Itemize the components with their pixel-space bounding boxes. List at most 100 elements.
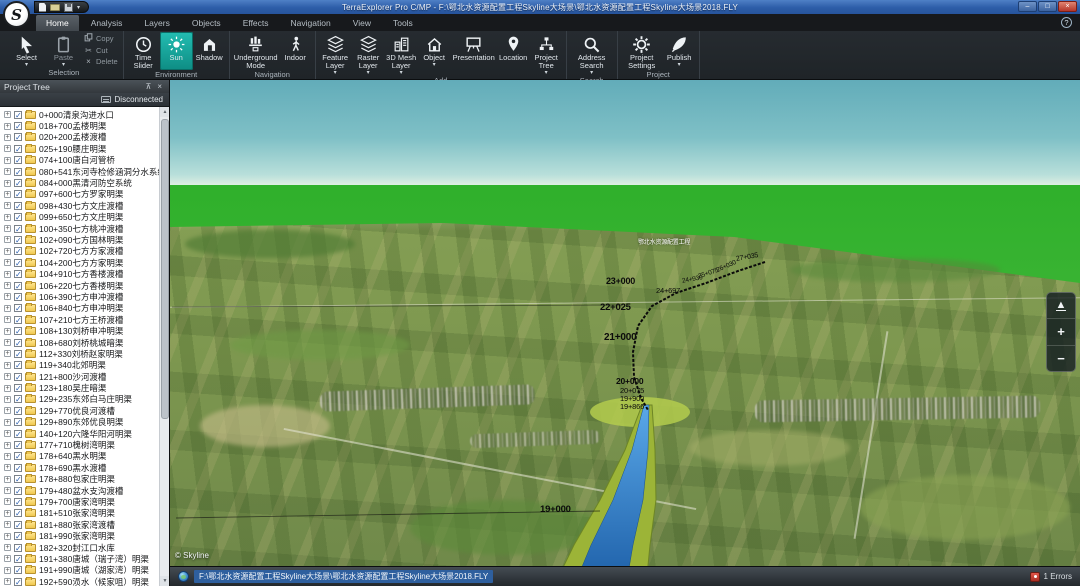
tree-item[interactable]: +✓179+700唐家湾明渠 xyxy=(0,496,159,507)
help-icon[interactable]: ? xyxy=(1061,17,1072,28)
tree-item[interactable]: +✓181+510张家湾明渠 xyxy=(0,508,159,519)
new-project-icon[interactable] xyxy=(39,3,46,12)
expand-icon[interactable]: + xyxy=(4,157,11,164)
expand-icon[interactable]: + xyxy=(4,214,11,221)
panel-close-icon[interactable]: × xyxy=(154,82,165,91)
tree-item[interactable]: +✓129+235东郊白马庄明渠 xyxy=(0,394,159,405)
checkbox-checked[interactable]: ✓ xyxy=(14,282,22,290)
checkbox-checked[interactable]: ✓ xyxy=(14,111,22,119)
checkbox-checked[interactable]: ✓ xyxy=(14,327,22,335)
tree-item[interactable]: +✓192+590涢水（候家咀）明渠 xyxy=(0,576,159,586)
expand-icon[interactable]: + xyxy=(4,453,11,460)
expand-icon[interactable]: + xyxy=(4,476,11,483)
expand-icon[interactable]: + xyxy=(4,305,11,312)
location-button[interactable]: Location xyxy=(497,32,530,76)
delete-button[interactable]: × Delete xyxy=(84,57,118,67)
mesh-layer-button[interactable]: 3D Mesh Layer ▾ xyxy=(385,32,418,76)
tab-objects[interactable]: Objects xyxy=(182,15,231,31)
checkbox-checked[interactable]: ✓ xyxy=(14,498,22,506)
checkbox-checked[interactable]: ✓ xyxy=(14,373,22,381)
expand-icon[interactable]: + xyxy=(4,111,11,118)
expand-icon[interactable]: + xyxy=(4,271,11,278)
expand-icon[interactable]: + xyxy=(4,373,11,380)
tree-item[interactable]: +✓181+990张家湾明渠 xyxy=(0,530,159,541)
expand-icon[interactable]: + xyxy=(4,248,11,255)
checkbox-checked[interactable]: ✓ xyxy=(14,247,22,255)
checkbox-checked[interactable]: ✓ xyxy=(14,190,22,198)
tab-tools[interactable]: Tools xyxy=(383,15,423,31)
select-button[interactable]: Select ▾ xyxy=(8,32,45,68)
checkbox-checked[interactable]: ✓ xyxy=(14,407,22,415)
tree-item[interactable]: +✓084+000黑清河防空系统 xyxy=(0,177,159,188)
checkbox-checked[interactable]: ✓ xyxy=(14,566,22,574)
indoor-button[interactable]: Indoor xyxy=(279,32,312,70)
project-tree-button[interactable]: Project Tree ▾ xyxy=(530,32,563,76)
tree-item[interactable]: +✓191+380唐城（瑞子湾）明渠 xyxy=(0,553,159,564)
tree-item[interactable]: +✓179+480盆水支沟渡槽 xyxy=(0,485,159,496)
checkbox-checked[interactable]: ✓ xyxy=(14,179,22,187)
checkbox-checked[interactable]: ✓ xyxy=(14,133,22,141)
expand-icon[interactable]: + xyxy=(4,134,11,141)
paste-button[interactable]: Paste ▾ xyxy=(45,32,82,68)
scroll-down-icon[interactable]: ▼ xyxy=(160,576,169,586)
save-project-icon[interactable] xyxy=(64,3,73,12)
checkbox-checked[interactable]: ✓ xyxy=(14,430,22,438)
feature-layer-button[interactable]: Feature Layer ▾ xyxy=(319,32,352,76)
close-button[interactable]: × xyxy=(1058,1,1077,12)
expand-icon[interactable]: + xyxy=(4,419,11,426)
maximize-button[interactable]: □ xyxy=(1038,1,1057,12)
tree-item[interactable]: +✓074+100唐白河管桥 xyxy=(0,155,159,166)
checkbox-checked[interactable]: ✓ xyxy=(14,145,22,153)
checkbox-checked[interactable]: ✓ xyxy=(14,487,22,495)
expand-icon[interactable]: + xyxy=(4,168,11,175)
shadow-button[interactable]: Shadow xyxy=(193,32,226,70)
minimize-button[interactable]: – xyxy=(1018,1,1037,12)
expand-icon[interactable]: + xyxy=(4,385,11,392)
checkbox-checked[interactable]: ✓ xyxy=(14,293,22,301)
tree-item[interactable]: +✓182+320封江口水库 xyxy=(0,542,159,553)
expand-icon[interactable]: + xyxy=(4,123,11,130)
3d-viewport[interactable]: 27+03526+03025+07524+93024+69723+00022+0… xyxy=(170,80,1080,566)
checkbox-checked[interactable]: ✓ xyxy=(14,452,22,460)
project-settings-button[interactable]: Project Settings xyxy=(621,32,663,70)
tree-item[interactable]: +✓107+210七方王桥渡槽 xyxy=(0,314,159,325)
checkbox-checked[interactable]: ✓ xyxy=(14,350,22,358)
tree-item[interactable]: +✓098+430七方文庄渡槽 xyxy=(0,200,159,211)
tree-item[interactable]: +✓121+800沙河渡槽 xyxy=(0,371,159,382)
tree-item[interactable]: +✓178+880包家庄明渠 xyxy=(0,474,159,485)
expand-icon[interactable]: + xyxy=(4,202,11,209)
tree-item[interactable]: +✓108+130刘桥申冲明渠 xyxy=(0,325,159,336)
tree-item[interactable]: +✓108+680刘桥桃城暗渠 xyxy=(0,337,159,348)
expand-icon[interactable]: + xyxy=(4,236,11,243)
time-slider-button[interactable]: Time Slider xyxy=(127,32,160,70)
expand-icon[interactable]: + xyxy=(4,225,11,232)
tree-item[interactable]: +✓119+340北郊明渠 xyxy=(0,360,159,371)
checkbox-checked[interactable]: ✓ xyxy=(14,259,22,267)
copy-button[interactable]: Copy xyxy=(84,33,118,45)
expand-icon[interactable]: + xyxy=(4,191,11,198)
expand-icon[interactable]: + xyxy=(4,350,11,357)
expand-icon[interactable]: + xyxy=(4,555,11,562)
disconnected-button[interactable]: Disconnected xyxy=(115,95,163,104)
cut-button[interactable]: ✂ Cut xyxy=(84,46,118,56)
expand-icon[interactable]: + xyxy=(4,567,11,574)
tree-item[interactable]: +✓020+200孟楼渡槽 xyxy=(0,132,159,143)
tree-item[interactable]: +✓106+840七方申冲明渠 xyxy=(0,303,159,314)
checkbox-checked[interactable]: ✓ xyxy=(14,270,22,278)
expand-icon[interactable]: + xyxy=(4,328,11,335)
tree-item[interactable]: +✓018+700孟楼明渠 xyxy=(0,120,159,131)
tab-navigation[interactable]: Navigation xyxy=(281,15,341,31)
checkbox-checked[interactable]: ✓ xyxy=(14,225,22,233)
qat-dropdown-icon[interactable]: ▾ xyxy=(77,4,80,11)
expand-icon[interactable]: + xyxy=(4,464,11,471)
checkbox-checked[interactable]: ✓ xyxy=(14,509,22,517)
tree-item[interactable]: +✓181+880张家湾渡槽 xyxy=(0,519,159,530)
tree-item[interactable]: +✓191+990唐城（湖家湾）明渠 xyxy=(0,565,159,576)
address-search-button[interactable]: Address Search ▾ xyxy=(570,32,614,76)
scroll-up-icon[interactable]: ▲ xyxy=(160,107,169,117)
zoom-in-button[interactable]: + xyxy=(1047,318,1075,344)
tree-item[interactable]: +✓097+600七方罗家明渠 xyxy=(0,189,159,200)
checkbox-checked[interactable]: ✓ xyxy=(14,316,22,324)
checkbox-checked[interactable]: ✓ xyxy=(14,168,22,176)
expand-icon[interactable]: + xyxy=(4,407,11,414)
